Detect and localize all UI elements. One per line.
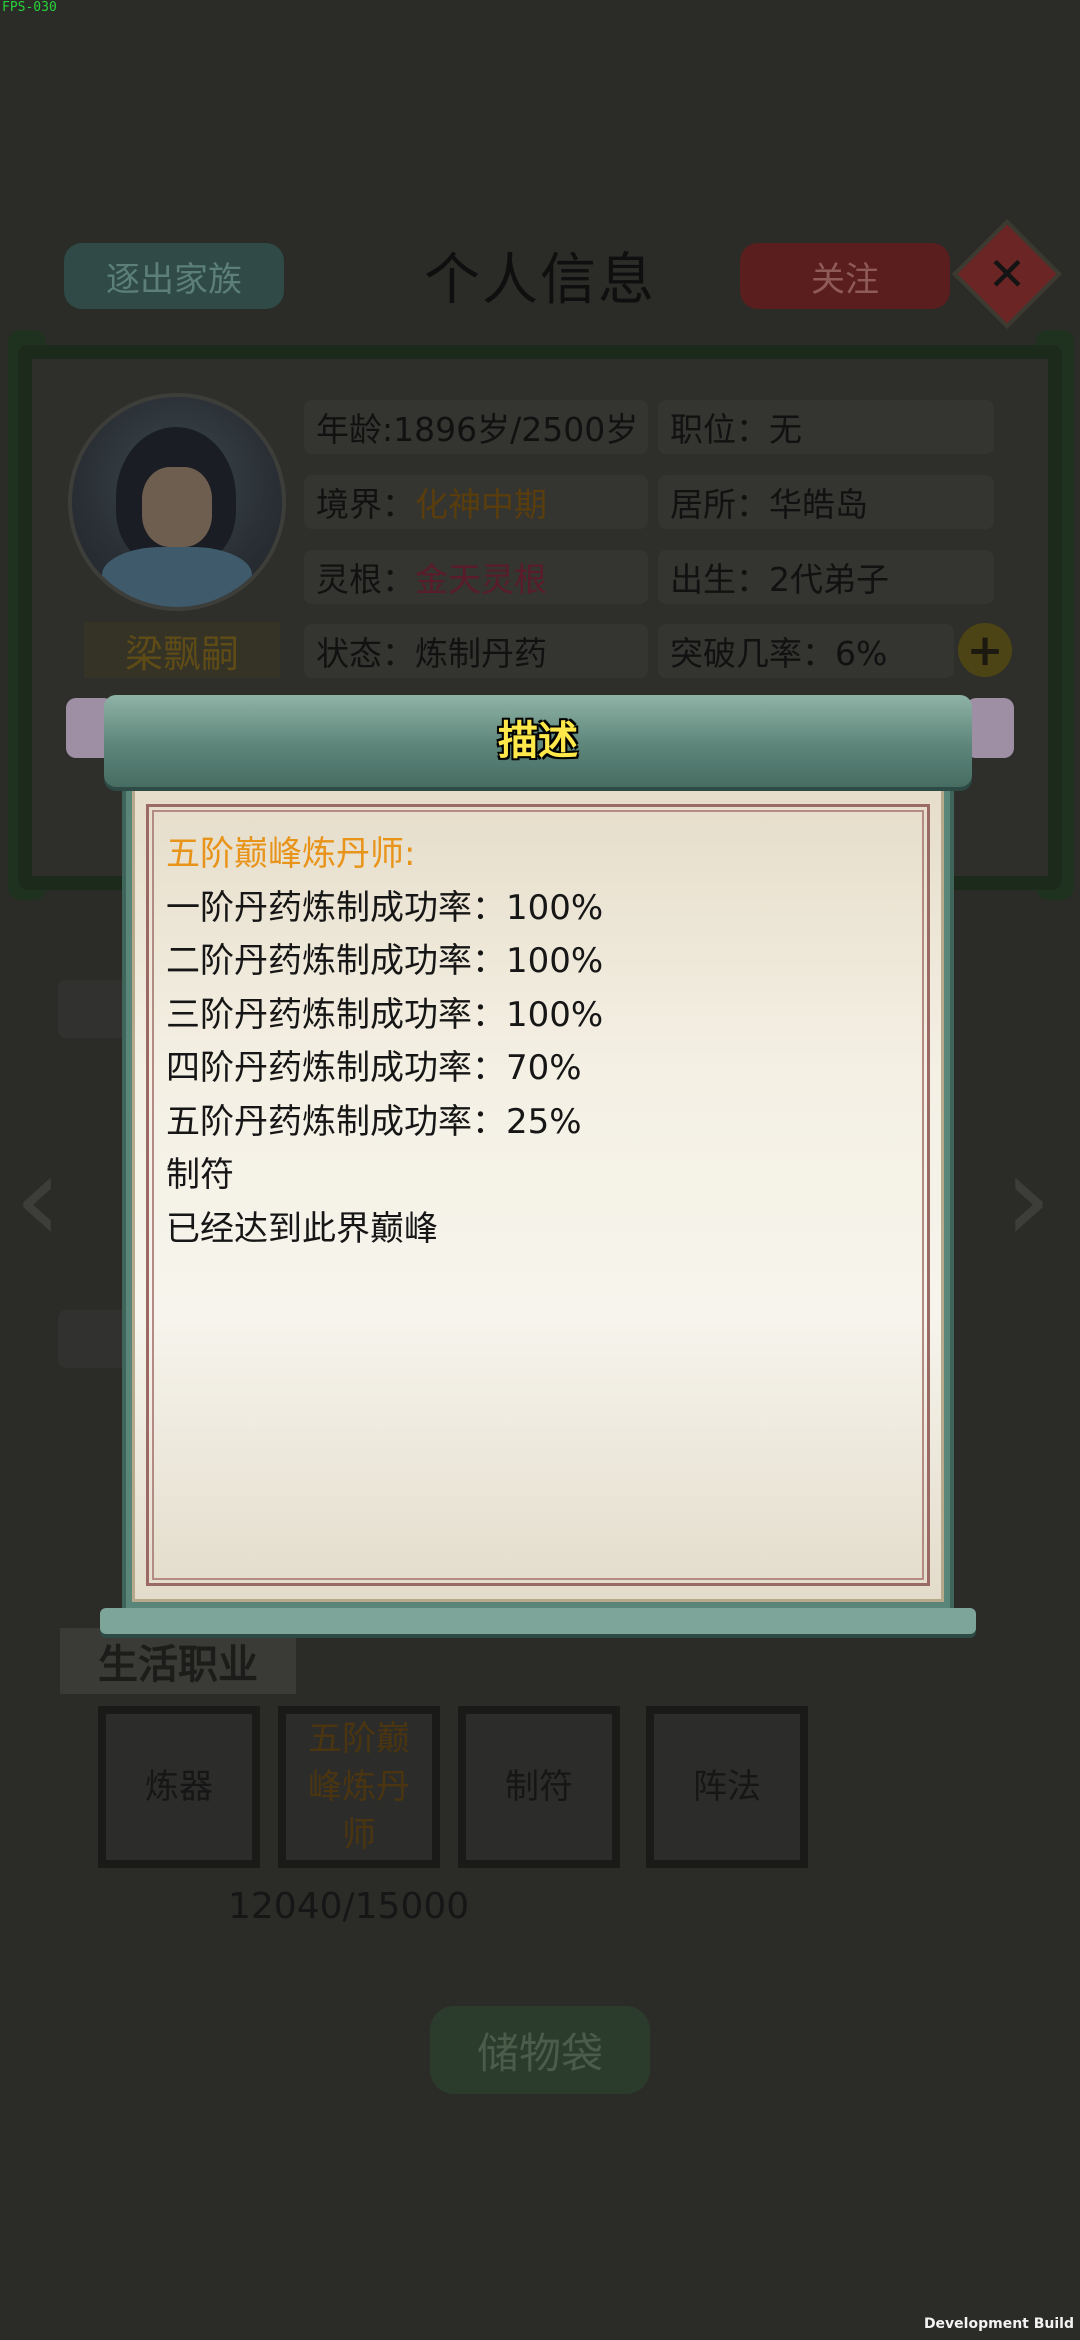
- description-line: 制符: [166, 1155, 234, 1195]
- description-list: 五阶巅峰炼丹师: 一阶丹药炼制成功率：100% 二阶丹药炼制成功率：100% 三…: [166, 828, 906, 1256]
- modal-scroll-knob-right: [966, 698, 1014, 758]
- birth-cell: 出生：2代弟子: [658, 550, 994, 604]
- storage-bag-button[interactable]: 储物袋: [430, 2006, 650, 2094]
- plus-icon[interactable]: +: [958, 623, 1012, 677]
- spirit-root-label: 灵根：: [316, 560, 415, 599]
- job-formation-button[interactable]: 阵法: [646, 1706, 808, 1868]
- status-text: 状态：炼制丹药: [316, 634, 547, 673]
- development-build-label: Development Build: [923, 2316, 1074, 2332]
- realm-cell: 境界： 化神中期: [304, 475, 648, 529]
- age-text: 年龄:1896岁/2500岁: [316, 410, 639, 449]
- description-line: 三阶丹药炼制成功率：100%: [166, 994, 604, 1035]
- close-icon: ✕: [987, 247, 1027, 301]
- job-alchemy-label: 五阶巅峰炼丹师: [308, 1719, 410, 1855]
- spirit-root-value: 金天灵根: [415, 560, 547, 599]
- description-line: 二阶丹药炼制成功率：100%: [166, 941, 604, 981]
- avatar: [68, 393, 286, 611]
- residence-text: 居所：华皓岛: [670, 485, 868, 524]
- age-cell: 年龄:1896岁/2500岁: [304, 400, 648, 454]
- description-line: 已经达到此界巅峰: [166, 1208, 438, 1249]
- follow-button[interactable]: 关注: [740, 243, 950, 309]
- job-experience-text: 12040/15000: [228, 1886, 470, 1927]
- breakthrough-cell: 突破几率：6%: [658, 624, 954, 678]
- status-cell: 状态：炼制丹药: [304, 624, 648, 678]
- job-refining-button[interactable]: 炼器: [98, 1706, 260, 1868]
- job-talisman-button[interactable]: 制符: [458, 1706, 620, 1868]
- birth-text: 出生：2代弟子: [670, 560, 889, 599]
- spirit-root-cell: 灵根： 金天灵根: [304, 550, 648, 604]
- realm-value: 化神中期: [415, 485, 547, 524]
- job-alchemy-button[interactable]: 五阶巅峰炼丹师: [278, 1706, 440, 1868]
- residence-cell: 居所：华皓岛: [658, 475, 994, 529]
- life-jobs-title: 生活职业: [60, 1628, 296, 1694]
- chevron-right-icon[interactable]: ›: [1004, 1130, 1052, 1269]
- description-line: 一阶丹药炼制成功率：100%: [166, 887, 604, 928]
- description-heading: 五阶巅峰炼丹师:: [166, 834, 416, 874]
- position-text: 职位：无: [670, 410, 802, 449]
- description-line: 五阶丹药炼制成功率：25%: [166, 1101, 582, 1142]
- realm-label: 境界：: [316, 485, 415, 524]
- modal-bottom-roll: [100, 1608, 976, 1634]
- fps-counter: FPS-030: [2, 0, 57, 15]
- modal-title: 描述: [498, 718, 578, 764]
- chevron-left-icon[interactable]: ‹: [14, 1130, 62, 1269]
- character-name: 梁飘嗣: [84, 622, 280, 678]
- position-cell: 职位：无: [658, 400, 994, 454]
- description-line: 四阶丹药炼制成功率：70%: [166, 1048, 582, 1088]
- breakthrough-text: 突破几率：6%: [670, 634, 888, 673]
